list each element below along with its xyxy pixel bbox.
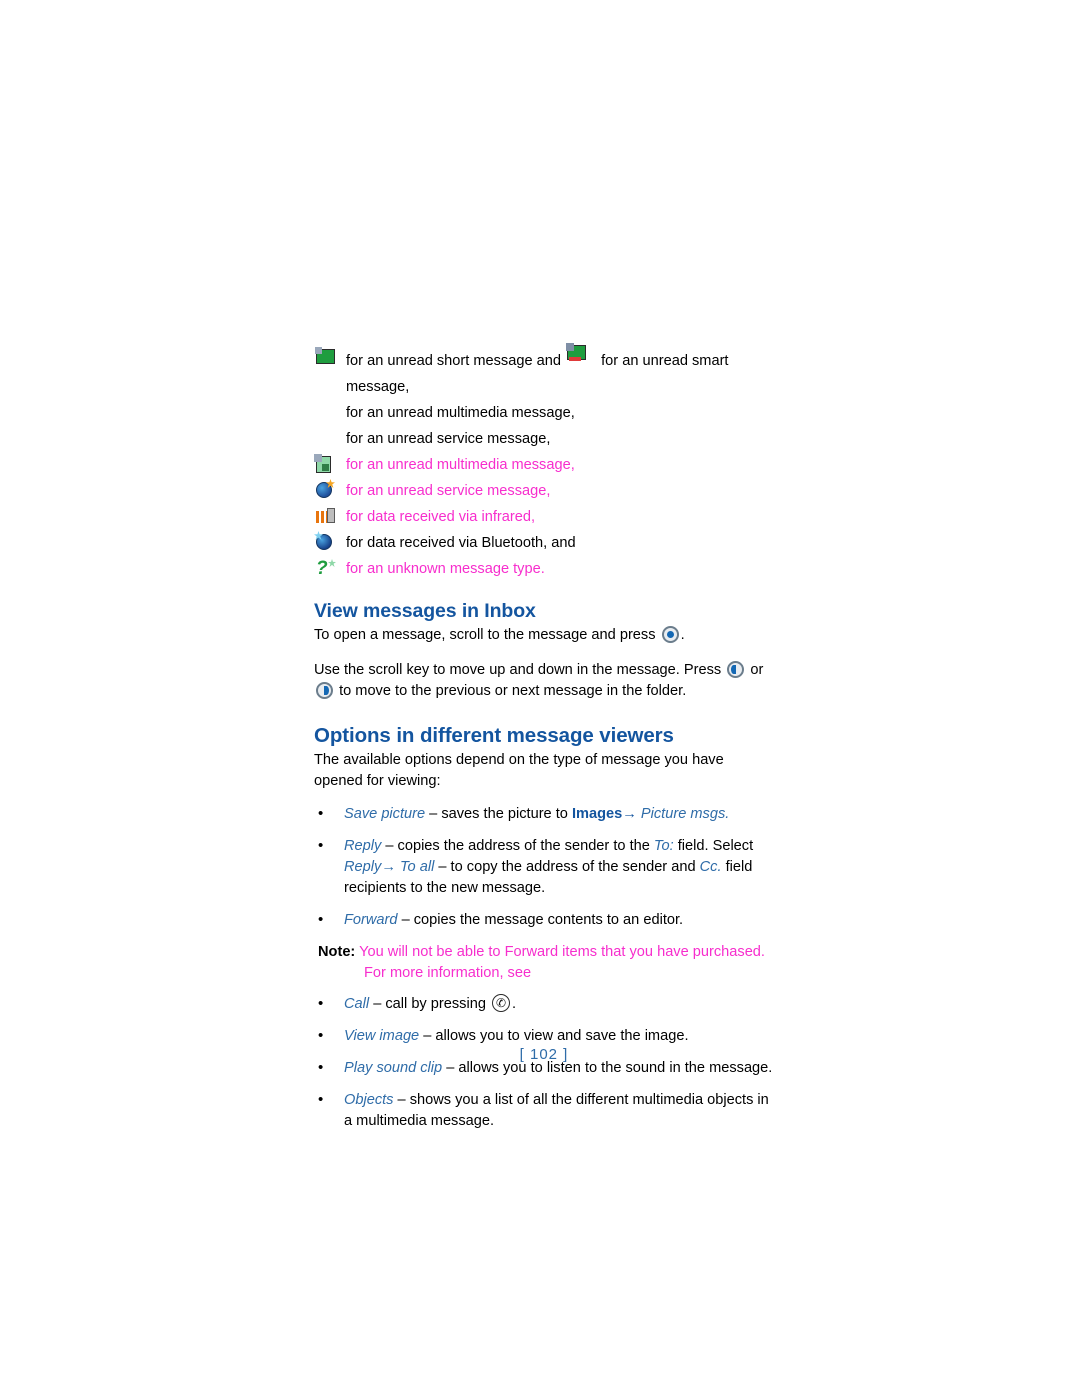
page-number: [ 102 ] [519, 1046, 569, 1063]
arrow-glyph-1: → [622, 806, 637, 822]
scroll-key-text-after: to move to the previous or next message … [339, 683, 687, 699]
reply-rest-3: – to copy the address of the sender and [434, 859, 700, 875]
legend-icon-placeholder [314, 400, 346, 426]
note-continuation: For more information, see [364, 965, 532, 981]
scroll-key-right-icon [316, 682, 333, 699]
options-bullet-list: Save picture – saves the picture to Imag… [314, 803, 774, 931]
bullet-call: Call – call by pressing . [314, 993, 774, 1015]
infrared-data-icon [314, 504, 346, 530]
legend-icon-placeholder-2 [314, 426, 346, 452]
forward-rest-1: – copies the message contents to an edit… [397, 912, 684, 928]
legend-row-unknown: for an unknown message type. [314, 556, 774, 582]
open-message-period: . [680, 627, 685, 643]
scroll-key-text-before: Use the scroll key to move up and down i… [314, 662, 722, 678]
term-reply-2: Reply [344, 859, 382, 875]
legend-row-infrared: for data received via infrared, [314, 504, 774, 530]
term-call: Call [344, 996, 370, 1012]
legend-text-multimedia-plain: for an unread multimedia message, [346, 405, 575, 421]
open-message-text: To open a message, scroll to the message… [314, 627, 656, 643]
legend-text-service: for an unread service message, [346, 483, 551, 499]
objects-rest-1: – shows you a list of all the different … [344, 1092, 769, 1129]
term-forward: Forward [344, 912, 398, 928]
document-body: for an unread short message and for an u… [314, 343, 774, 1143]
bullet-forward: Forward – copies the message contents to… [314, 909, 774, 931]
legend-text-service-plain: for an unread service message, [346, 431, 551, 447]
bullet-reply: Reply – copies the address of the sender… [314, 835, 774, 899]
paragraph-open-message: To open a message, scroll to the message… [314, 625, 774, 646]
call-rest-1: – call by pressing [369, 996, 491, 1012]
term-to-field: To: [653, 838, 674, 854]
term-images: Images [571, 806, 623, 822]
unread-smart-message-icon [565, 343, 597, 371]
legend-row-multimedia-plain: for an unread multimedia message, [314, 400, 774, 426]
bluetooth-data-icon [314, 530, 346, 556]
paragraph-scroll-key: Use the scroll key to move up and down i… [314, 660, 774, 702]
bullet-objects: Objects – shows you a list of all the di… [314, 1089, 774, 1132]
save-picture-rest-1: – saves the picture to [425, 806, 572, 822]
options-bullet-list-after: Call – call by pressing . View image – a… [314, 993, 774, 1132]
unread-short-message-icon [314, 345, 346, 371]
legend-text-bluetooth: for data received via Bluetooth, and [346, 535, 576, 551]
call-rest-2: . [512, 996, 517, 1012]
scroll-key-left-icon [727, 661, 745, 678]
legend-row-service-plain: for an unread service message, [314, 426, 774, 452]
legend-row-bluetooth: for data received via Bluetooth, and [314, 530, 774, 556]
note-body: You will not be able to Forward items th… [359, 944, 765, 960]
term-view-image: View image [344, 1028, 420, 1044]
heading-options-viewers: Options in different message viewers [314, 724, 674, 747]
scroll-key-center-icon [661, 626, 679, 643]
message-icon-legend: for an unread short message and for an u… [314, 343, 774, 582]
term-to-all: To all [399, 859, 435, 875]
legend-row-service: for an unread service message, [314, 478, 774, 504]
unknown-message-type-icon [314, 556, 346, 582]
bullet-save-picture: Save picture – saves the picture to Imag… [314, 803, 774, 825]
reply-rest-1: – copies the address of the sender to th… [381, 838, 654, 854]
note-block: Note: You will not be able to Forward it… [314, 942, 774, 984]
reply-rest-2: field. Select [673, 838, 754, 854]
legend-text-short-before: for an unread short message and [346, 353, 561, 369]
legend-text-infrared: for data received via infrared, [346, 509, 536, 525]
term-objects: Objects [344, 1092, 394, 1108]
bullet-view-image: View image – allows you to view and save… [314, 1025, 774, 1047]
term-picture-msgs: Picture msgs. [636, 806, 730, 822]
note-label: Note: [318, 944, 356, 960]
term-reply: Reply [344, 838, 382, 854]
legend-text-multimedia: for an unread multimedia message, [346, 457, 575, 473]
unread-multimedia-message-icon [314, 452, 346, 478]
call-key-icon [492, 993, 511, 1014]
legend-row-multimedia: for an unread multimedia message, [314, 452, 774, 478]
arrow-glyph-2: → [381, 859, 396, 875]
term-save-picture: Save picture [344, 806, 426, 822]
scroll-key-text-mid: or [750, 662, 764, 678]
view-image-rest-1: – allows you to view and save the image. [419, 1028, 689, 1044]
legend-text-unknown: for an unknown message type. [346, 561, 545, 577]
heading-view-messages: View messages in Inbox [314, 600, 536, 622]
paragraph-options-intro: The available options depend on the type… [314, 752, 724, 789]
legend-row-short-message: for an unread short message and for an u… [314, 343, 774, 400]
term-cc-field: Cc. [699, 859, 722, 875]
unread-service-message-icon [314, 478, 346, 504]
